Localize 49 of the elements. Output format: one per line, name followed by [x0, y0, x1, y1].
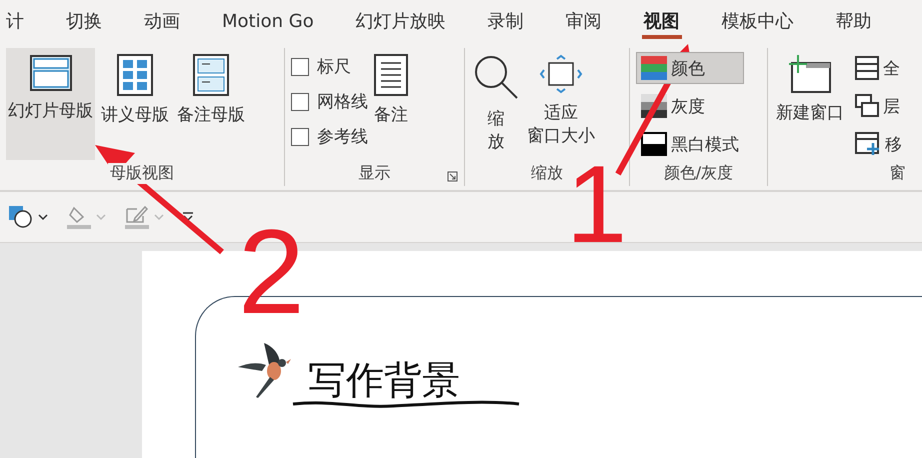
ribbon-button[interactable]: 新建窗口 — [774, 48, 846, 160]
dialog-launcher-icon[interactable] — [447, 171, 458, 182]
slide-title: 写作背景 — [308, 361, 460, 399]
ribbon-button[interactable]: 全 — [850, 52, 907, 84]
ribbon-button[interactable]: 灰度 — [636, 90, 744, 122]
fit-window-icon — [539, 54, 583, 94]
ribbon-button[interactable]: 备注母版 — [175, 48, 247, 160]
search-icon — [473, 54, 519, 100]
ribbon-tab[interactable]: 模板中心 — [720, 3, 796, 39]
ribbon-button[interactable]: 层 — [850, 90, 907, 122]
slide-master-icon — [28, 54, 72, 92]
ribbon-tab[interactable]: 切换 — [64, 3, 104, 39]
monochrome-icon — [641, 132, 667, 156]
new-window-icon — [786, 54, 834, 94]
checkbox-label: 参考线 — [317, 126, 368, 148]
cascade-icon — [855, 94, 879, 118]
ribbon-button[interactable]: 移 — [850, 128, 907, 160]
ribbon-tab[interactable]: 计 — [4, 3, 26, 39]
move-window-icon — [855, 132, 881, 156]
ribbon-button[interactable]: 黑白模式 — [636, 128, 744, 160]
ribbon-button[interactable]: 缩 放 — [471, 48, 521, 162]
handout-grid-icon — [117, 54, 153, 96]
ribbon-tab[interactable]: 动画 — [142, 3, 182, 39]
group-label: 颜色/灰度 — [662, 162, 736, 184]
checkbox-label: 网格线 — [317, 91, 368, 113]
ribbon-tab[interactable]: 帮助 — [834, 3, 874, 39]
group-label: 显示 — [356, 162, 392, 184]
color-icon — [641, 56, 667, 80]
pen-outline-icon[interactable] — [124, 204, 150, 230]
ribbon-button[interactable]: 幻灯片母版 — [6, 48, 95, 160]
customize-toolbar-icon[interactable] — [182, 211, 194, 223]
ribbon-tab[interactable]: Motion Go — [220, 4, 316, 38]
ribbon-button[interactable]: 颜色 — [636, 52, 744, 84]
ribbon-tab[interactable]: 录制 — [486, 3, 526, 39]
fill-bucket-icon[interactable] — [66, 204, 92, 230]
checkbox-label: 标尺 — [317, 56, 351, 78]
ribbon-tab[interactable]: 视图 — [642, 3, 682, 39]
ribbon-tab[interactable]: 幻灯片放映 — [354, 3, 448, 39]
checkbox[interactable] — [291, 128, 309, 146]
caret-icon[interactable] — [38, 213, 48, 221]
checkbox[interactable] — [291, 58, 309, 76]
notes-page-icon — [193, 54, 229, 96]
notes-icon — [374, 54, 408, 96]
arrange-all-icon — [855, 56, 879, 80]
ribbon-tab[interactable]: 审阅 — [564, 3, 604, 39]
grayscale-icon — [641, 94, 667, 118]
checkbox[interactable] — [291, 92, 309, 110]
shape-icon[interactable] — [8, 205, 34, 229]
ribbon-button[interactable]: 备注 — [372, 48, 410, 160]
